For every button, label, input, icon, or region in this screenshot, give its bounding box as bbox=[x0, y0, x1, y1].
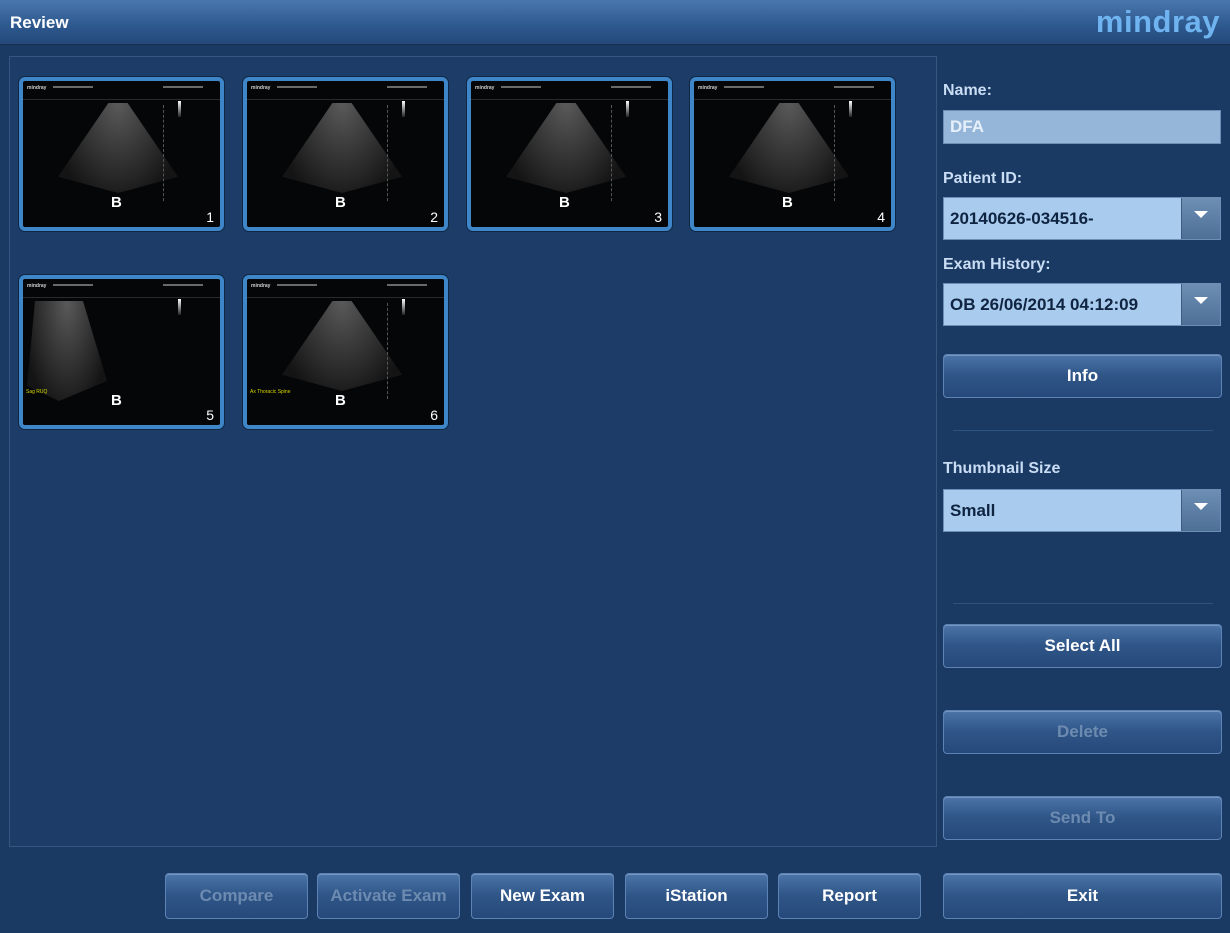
exam-history-select[interactable]: OB 26/06/2014 04:12:09 bbox=[943, 283, 1221, 326]
thumbnail-header: mindray bbox=[23, 279, 220, 298]
name-label: Name: bbox=[943, 82, 992, 99]
ultrasound-image bbox=[729, 103, 849, 193]
mode-label: B bbox=[111, 392, 122, 409]
image-annotation: Sag RUQ bbox=[26, 389, 48, 395]
exam-history-label: Exam History: bbox=[943, 256, 1051, 273]
thumbnail-number: 5 bbox=[206, 407, 214, 423]
select-all-button[interactable]: Select All bbox=[943, 624, 1222, 668]
thumbnail-header: mindray bbox=[471, 81, 668, 100]
new-exam-button[interactable]: New Exam bbox=[471, 873, 614, 919]
image-annotation: Ax Thoracic Spine bbox=[250, 389, 291, 395]
info-button[interactable]: Info bbox=[943, 354, 1222, 398]
title-bar: Review mindray bbox=[0, 0, 1230, 45]
thumbnail-header: mindray bbox=[23, 81, 220, 100]
thumbnail-6[interactable]: mindray Ax Thoracic Spine B 6 bbox=[243, 275, 448, 429]
compare-button[interactable]: Compare bbox=[165, 873, 308, 919]
thumbnail-size-value: Small bbox=[950, 501, 996, 520]
delete-button[interactable]: Delete bbox=[943, 710, 1222, 754]
thumbnail-size-label: Thumbnail Size bbox=[943, 460, 1061, 477]
thumbnail-header: mindray bbox=[694, 81, 891, 100]
thumbnail-brand: mindray bbox=[251, 283, 271, 289]
mode-label: B bbox=[335, 392, 346, 409]
thumbnail-brand: mindray bbox=[251, 85, 271, 91]
ultrasound-image bbox=[27, 301, 107, 401]
chevron-down-icon[interactable] bbox=[1181, 284, 1220, 325]
divider bbox=[953, 430, 1213, 431]
exam-history-value: OB 26/06/2014 04:12:09 bbox=[950, 295, 1139, 314]
thumbnail-number: 1 bbox=[206, 209, 214, 225]
send-to-button[interactable]: Send To bbox=[943, 796, 1222, 840]
divider bbox=[953, 603, 1213, 604]
thumbnail-5[interactable]: mindray Sag RUQ B 5 bbox=[19, 275, 224, 429]
ultrasound-image bbox=[58, 103, 178, 193]
mode-label: B bbox=[559, 194, 570, 211]
chevron-down-icon[interactable] bbox=[1181, 490, 1220, 531]
thumbnail-grid: mindray B 1 mindray B 2 mindray B 3 mind… bbox=[9, 56, 937, 847]
mode-label: B bbox=[335, 194, 346, 211]
chevron-down-icon[interactable] bbox=[1181, 198, 1220, 239]
thumbnail-2[interactable]: mindray B 2 bbox=[243, 77, 448, 231]
mode-label: B bbox=[782, 194, 793, 211]
thumbnail-header: mindray bbox=[247, 81, 444, 100]
thumbnail-number: 3 bbox=[654, 209, 662, 225]
thumbnail-brand: mindray bbox=[27, 283, 47, 289]
ultrasound-image bbox=[506, 103, 626, 193]
thumbnail-1[interactable]: mindray B 1 bbox=[19, 77, 224, 231]
mode-label: B bbox=[111, 194, 122, 211]
thumbnail-header: mindray bbox=[247, 279, 444, 298]
thumbnail-number: 4 bbox=[877, 209, 885, 225]
thumbnail-brand: mindray bbox=[475, 85, 495, 91]
thumbnail-4[interactable]: mindray B 4 bbox=[690, 77, 895, 231]
name-field: DFA bbox=[943, 110, 1221, 144]
thumbnail-number: 2 bbox=[430, 209, 438, 225]
mindray-logo: mindray bbox=[1095, 4, 1220, 39]
thumbnail-size-select[interactable]: Small bbox=[943, 489, 1221, 532]
patient-id-label: Patient ID: bbox=[943, 170, 1023, 187]
ultrasound-image bbox=[282, 301, 402, 391]
thumbnail-3[interactable]: mindray B 3 bbox=[467, 77, 672, 231]
ultrasound-image bbox=[282, 103, 402, 193]
activate-exam-button[interactable]: Activate Exam bbox=[317, 873, 460, 919]
thumbnail-brand: mindray bbox=[698, 85, 718, 91]
patient-id-value: 20140626-034516- bbox=[950, 209, 1094, 228]
page-title: Review bbox=[10, 13, 69, 32]
thumbnail-brand: mindray bbox=[27, 85, 47, 91]
exit-button[interactable]: Exit bbox=[943, 873, 1222, 919]
thumbnail-number: 6 bbox=[430, 407, 438, 423]
patient-id-select[interactable]: 20140626-034516- bbox=[943, 197, 1221, 240]
istation-button[interactable]: iStation bbox=[625, 873, 768, 919]
report-button[interactable]: Report bbox=[778, 873, 921, 919]
